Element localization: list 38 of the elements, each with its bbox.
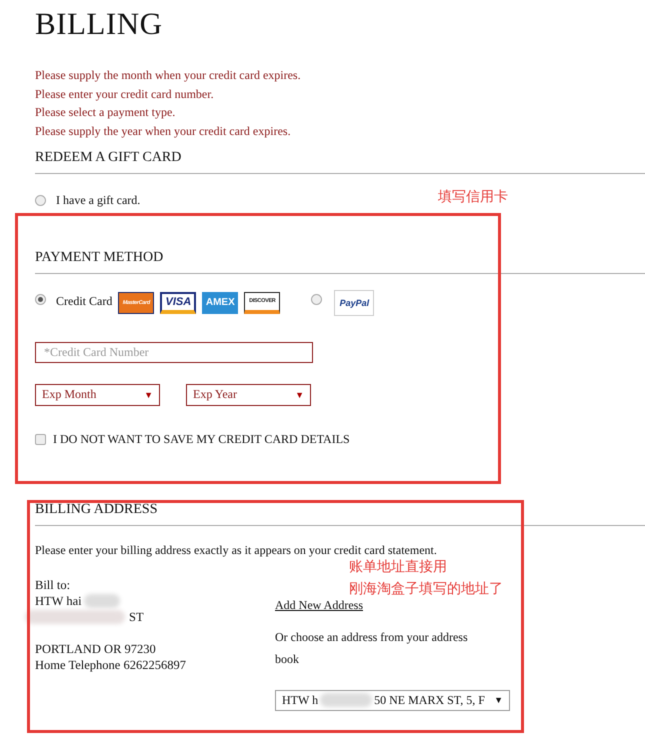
- caret-icon: ▼: [494, 695, 503, 706]
- radio-button[interactable]: [35, 195, 46, 206]
- redaction-blur: [320, 693, 372, 708]
- card-number-field[interactable]: *Credit Card Number: [35, 342, 313, 363]
- card-logo: VISA: [160, 292, 196, 314]
- caret-icon: ▼: [295, 390, 304, 400]
- card-logo: PayPal: [334, 290, 374, 316]
- radio-button[interactable]: [35, 294, 46, 305]
- dropdown[interactable]: Exp Year ▼: [186, 384, 311, 406]
- card-logo: AMEX: [202, 292, 238, 314]
- address-line: ST: [129, 608, 144, 625]
- radio-label: Credit Card: [56, 294, 112, 309]
- error-message: Please enter your credit card number.: [35, 86, 215, 103]
- error-message: Please supply the month when your credit card expires.: [35, 67, 302, 84]
- checkbox-label: I DO NOT WANT TO SAVE MY CREDIT CARD DETAILS: [53, 432, 350, 447]
- address-line: PORTLAND OR 97230: [35, 640, 156, 657]
- radio-button[interactable]: [311, 294, 322, 305]
- page-title: BILLING: [35, 5, 164, 42]
- checkbox[interactable]: [35, 434, 46, 445]
- instructions-text: Please enter your billing address exactly as it appears on your credit card statement.: [35, 542, 437, 558]
- annotation-note: 填写信用卡: [438, 188, 508, 207]
- section-heading: BILLING ADDRESS: [35, 500, 645, 526]
- dropdown[interactable]: Exp Month ▼: [35, 384, 160, 406]
- caret-icon: ▼: [144, 390, 153, 400]
- annotation-note: 刚海淘盒子填写的地址了: [349, 580, 503, 599]
- section-heading: PAYMENT METHOD: [35, 248, 645, 274]
- section-heading: REDEEM A GIFT CARD: [35, 148, 645, 174]
- address-dropdown[interactable]: HTW h 50 NE MARX ST, 5, F ▼: [275, 690, 510, 711]
- redaction-blur: [84, 594, 120, 608]
- address-line: Home Telephone 6262256897: [35, 656, 186, 673]
- address-line: HTW hai: [35, 592, 82, 609]
- add-address-link[interactable]: Add New Address: [275, 598, 363, 613]
- error-message: Please select a payment type.: [35, 104, 176, 122]
- choose-text: Or choose an address from your address book: [275, 628, 469, 668]
- annotation-note: 账单地址直接用: [349, 558, 447, 577]
- error-message: Please supply the year when your credit card expires.: [35, 123, 292, 140]
- radio-label: I have a gift card.: [56, 193, 140, 208]
- address-line: Bill to:: [35, 576, 70, 593]
